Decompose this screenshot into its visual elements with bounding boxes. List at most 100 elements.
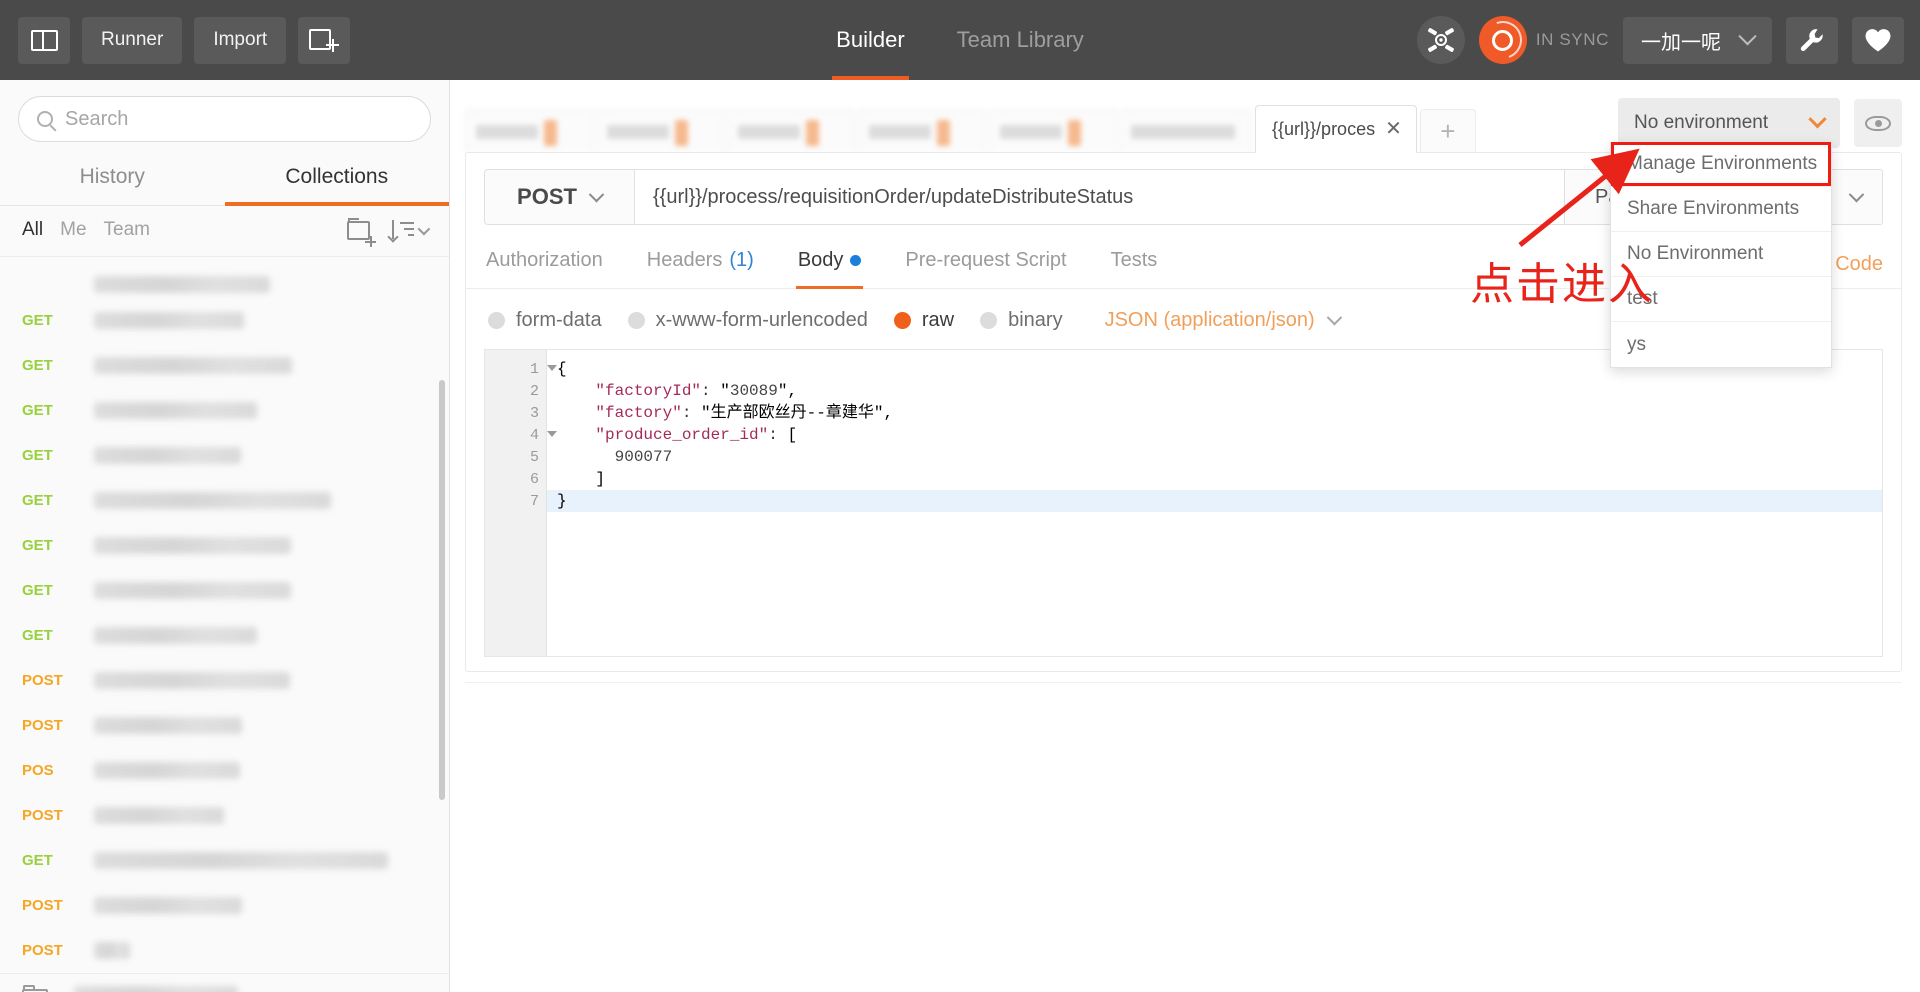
list-item[interactable]: GET (0, 613, 449, 658)
request-url-input[interactable]: {{url}}/process/requisitionOrder/updateD… (634, 169, 1565, 225)
menu-item-share-environments[interactable]: Share Environments (1611, 187, 1831, 232)
request-tab-redacted[interactable] (727, 109, 855, 153)
favorites-button[interactable] (1852, 16, 1904, 64)
send-options-button[interactable] (1831, 169, 1883, 225)
new-tab-button[interactable] (298, 16, 351, 64)
sidebar-tabs: History Collections (0, 152, 449, 206)
list-item[interactable]: GET (0, 568, 449, 613)
list-item[interactable]: POST (0, 793, 449, 838)
body-mode-form-data-label: form-data (516, 309, 602, 331)
new-request-tab-button[interactable]: + (1419, 109, 1476, 153)
request-name-redacted (94, 762, 240, 779)
request-tab-redacted[interactable] (465, 109, 593, 153)
close-icon[interactable]: ✕ (1385, 119, 1402, 139)
sidebar-tab-collections[interactable]: Collections (224, 152, 450, 206)
request-name-redacted (94, 537, 291, 554)
list-item[interactable] (0, 973, 449, 992)
body-mode-binary[interactable]: binary (980, 309, 1063, 332)
editor-line-number: 7 (529, 492, 539, 510)
list-item[interactable]: GET (0, 433, 449, 478)
list-item[interactable]: GET (0, 478, 449, 523)
sort-button[interactable] (387, 220, 431, 243)
editor-line-numbers: 1 2 3 4 5 6 7 (485, 350, 557, 656)
sub-tab-pre-request-script[interactable]: Pre-request Script (903, 243, 1068, 288)
tab-team-library[interactable]: Team Library (953, 0, 1088, 80)
chevron-down-icon (1848, 186, 1865, 202)
list-item[interactable]: GET (0, 523, 449, 568)
editor-line-number: 4 (485, 424, 557, 446)
body-mode-raw-label: raw (921, 309, 955, 331)
filter-me[interactable]: Me (60, 219, 86, 241)
menu-item-no-environment[interactable]: No Environment (1611, 232, 1831, 277)
chevron-down-icon (1326, 309, 1342, 326)
sub-tab-body[interactable]: Body (795, 243, 864, 289)
request-name-redacted (94, 672, 290, 689)
filter-team[interactable]: Team (104, 219, 150, 241)
list-item[interactable]: POST (0, 703, 449, 748)
content-type-label: JSON (application/json) (1104, 309, 1315, 331)
filter-all[interactable]: All (22, 219, 43, 241)
runner-button[interactable]: Runner (82, 16, 183, 64)
wrench-icon (1800, 29, 1823, 52)
body-mode-raw[interactable]: raw (893, 309, 955, 332)
list-item[interactable]: POST (0, 658, 449, 703)
sidebar-toggle-button[interactable] (18, 16, 70, 64)
body-modified-dot-icon (850, 255, 862, 266)
list-item[interactable]: POST (0, 928, 449, 973)
search-box[interactable] (18, 96, 431, 142)
request-tab-redacted[interactable] (596, 109, 724, 153)
search-input[interactable] (65, 107, 412, 131)
editor-line-number: 5 (529, 448, 539, 466)
sidebar-tab-history[interactable]: History (0, 152, 225, 205)
user-account-dropdown[interactable]: 一加一呢 (1623, 16, 1772, 64)
list-item[interactable]: POST (0, 883, 449, 928)
body-mode-form-data[interactable]: form-data (488, 309, 602, 332)
editor-line-number: 3 (529, 404, 539, 422)
list-item[interactable]: GET (0, 298, 449, 343)
request-name-redacted (94, 447, 241, 464)
sidebar-scrollbar[interactable] (439, 380, 445, 800)
menu-item-manage-environments[interactable]: Manage Environments (1611, 142, 1831, 187)
list-item[interactable]: GET (0, 388, 449, 433)
request-tab-redacted[interactable] (858, 109, 986, 153)
folder-name-redacted (94, 275, 270, 293)
settings-button[interactable] (1786, 16, 1838, 64)
request-tab-active[interactable]: {{url}}/proces ✕ (1255, 105, 1417, 153)
tab-builder[interactable]: Builder (832, 0, 910, 80)
menu-item-test[interactable]: test (1611, 277, 1831, 322)
request-name-redacted (94, 627, 257, 644)
sync-status[interactable]: IN SYNC (1477, 14, 1609, 66)
http-method-selector[interactable]: POST (484, 169, 634, 225)
request-method-label: GET (22, 492, 53, 509)
request-name-redacted (94, 582, 291, 599)
request-tab-redacted[interactable] (1120, 109, 1252, 153)
sub-tab-headers[interactable]: Headers (1) (645, 243, 756, 288)
environment-quick-look-button[interactable] (1854, 99, 1902, 147)
environment-dropdown-menu[interactable]: Manage Environments Share Environments N… (1610, 142, 1832, 368)
radio-selected-icon (893, 312, 911, 329)
sync-orb-icon (1477, 14, 1529, 66)
request-method-label: POST (22, 717, 63, 734)
import-button[interactable]: Import (194, 16, 287, 64)
content-type-selector[interactable]: JSON (application/json) (1104, 309, 1342, 332)
list-item[interactable]: GET (0, 838, 449, 883)
list-item[interactable]: GET (0, 343, 449, 388)
sub-tab-tests[interactable]: Tests (1109, 243, 1160, 288)
request-method-label: POST (22, 942, 63, 959)
sub-tab-authorization[interactable]: Authorization (484, 243, 605, 288)
collection-folder-header[interactable] (0, 270, 449, 298)
new-folder-icon[interactable] (347, 218, 376, 247)
menu-item-ys[interactable]: ys (1611, 322, 1831, 367)
interceptor-button[interactable] (1416, 16, 1465, 64)
code-link[interactable]: Code (1835, 253, 1883, 276)
main-content: {{url}}/proces ✕ + No environment Manage… (451, 80, 1920, 992)
request-tab-redacted[interactable] (989, 109, 1117, 153)
body-editor[interactable]: 1 2 3 4 5 6 7 { "factoryId": "30089", "factory… (484, 349, 1883, 657)
chevron-down-icon (1738, 26, 1757, 45)
environment-selector[interactable]: No environment (1618, 98, 1840, 148)
request-method-label: GET (22, 537, 53, 554)
list-item[interactable]: POS (0, 748, 449, 793)
body-mode-urlencoded[interactable]: x-www-form-urlencoded (627, 309, 868, 332)
editor-code-area[interactable]: { "factoryId": "30089", "factory": "生产部欧… (547, 350, 1882, 656)
collection-request-list[interactable]: GET GET GET GET GET GET GET GET POST POST POS POST G… (0, 270, 449, 992)
